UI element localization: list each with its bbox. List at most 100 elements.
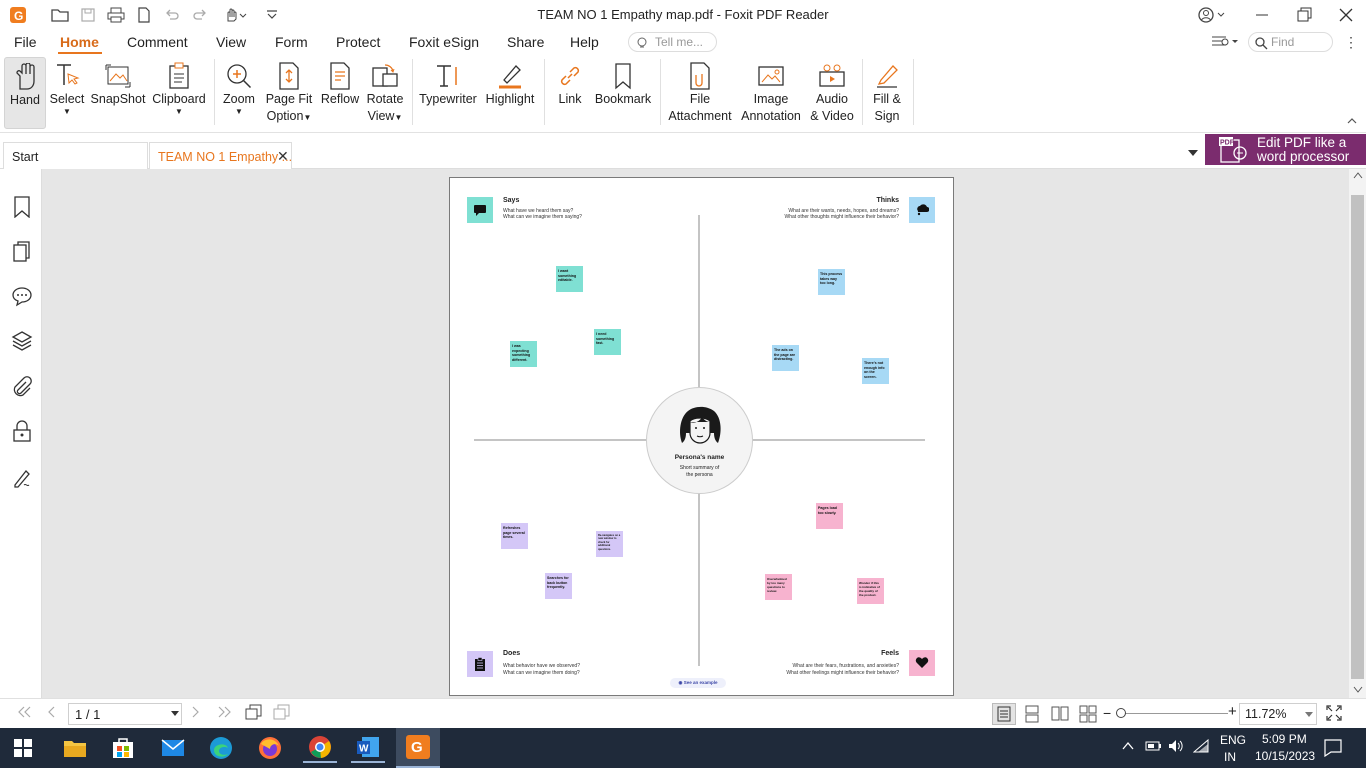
collapse-ribbon-icon[interactable] xyxy=(1346,115,1358,125)
zoom-slider[interactable] xyxy=(1118,713,1228,714)
bookmark-panel-icon[interactable] xyxy=(11,196,33,218)
clipboard-button[interactable]: Clipboard ▼ xyxy=(150,57,208,129)
tab-list-dropdown-icon[interactable] xyxy=(1188,149,1198,157)
page-thumbnails-icon[interactable] xyxy=(11,241,33,263)
clock-time[interactable]: 5:09 PM xyxy=(1262,732,1307,746)
bookmark-button[interactable]: Bookmark xyxy=(593,57,653,129)
typewriter-button[interactable]: Typewriter xyxy=(418,57,478,129)
audio-video-button[interactable]: Audio & Video xyxy=(808,57,856,129)
close-tab-icon[interactable]: ✕ xyxy=(277,148,289,165)
account-icon[interactable] xyxy=(1195,5,1229,25)
chevron-down-icon[interactable] xyxy=(1305,712,1313,718)
region-indicator[interactable]: IN xyxy=(1224,750,1236,764)
sticky-note[interactable]: Pages load too slowly. xyxy=(816,503,843,529)
close-window-icon[interactable] xyxy=(1336,5,1356,25)
layers-panel-icon[interactable] xyxy=(11,330,33,352)
link-button[interactable]: Link xyxy=(550,57,590,129)
first-page-icon[interactable] xyxy=(16,705,32,719)
notifications-icon[interactable] xyxy=(1324,739,1342,757)
word-icon[interactable]: W xyxy=(351,733,385,763)
scroll-down-icon[interactable] xyxy=(1353,686,1363,694)
page-number-input[interactable]: 1 / 1 xyxy=(68,703,182,725)
ribbon-display-options-icon[interactable] xyxy=(1210,34,1240,50)
menu-view[interactable]: View xyxy=(216,34,246,50)
fill-sign-button[interactable]: Fill & Sign xyxy=(866,57,908,129)
previous-page-icon[interactable] xyxy=(46,705,56,719)
minimize-icon[interactable] xyxy=(1252,5,1272,25)
sticky-note[interactable]: Re-navigates on a new window to check fo… xyxy=(596,531,623,557)
edit-pdf-promo-banner[interactable]: PDF Edit PDF like a word processor xyxy=(1205,134,1366,165)
sticky-note[interactable]: Searches for back button frequently. xyxy=(545,573,572,599)
menu-share[interactable]: Share xyxy=(507,34,544,50)
sticky-note[interactable]: I need something fast. xyxy=(594,329,621,355)
facing-view-icon[interactable] xyxy=(1050,704,1070,724)
microsoft-store-icon[interactable] xyxy=(106,733,140,763)
mail-icon[interactable] xyxy=(156,733,190,763)
next-view-icon[interactable] xyxy=(273,704,291,720)
windows-start-icon[interactable] xyxy=(6,733,40,763)
tab-document[interactable]: TEAM NO 1 Empathy ... ✕ xyxy=(149,142,292,169)
menu-help[interactable]: Help xyxy=(570,34,599,50)
image-annotation-button[interactable]: Image Annotation xyxy=(738,57,804,129)
zoom-level-input[interactable]: 11.72% xyxy=(1239,703,1317,725)
menu-foxit-esign[interactable]: Foxit eSign xyxy=(409,34,479,50)
continuous-facing-view-icon[interactable] xyxy=(1078,704,1098,724)
clock-date[interactable]: 10/15/2023 xyxy=(1255,749,1315,763)
tab-start[interactable]: Start xyxy=(3,142,148,169)
reflow-button[interactable]: Reflow xyxy=(318,57,362,129)
edge-browser-icon[interactable] xyxy=(204,733,238,763)
signature-panel-icon[interactable] xyxy=(11,467,33,489)
fullscreen-icon[interactable] xyxy=(1326,705,1342,721)
chrome-icon[interactable] xyxy=(303,733,337,763)
restore-icon[interactable] xyxy=(1294,5,1314,25)
more-options-icon[interactable]: ⋮ xyxy=(1344,34,1358,51)
sticky-note[interactable]: I want something editable. xyxy=(556,266,583,292)
vertical-scrollbar[interactable] xyxy=(1349,169,1366,698)
zoom-out-icon[interactable]: − xyxy=(1103,706,1111,720)
sticky-note[interactable]: I was expecting something different. xyxy=(510,341,537,367)
rotate-view-button[interactable]: Rotate View▼ xyxy=(362,57,408,129)
scrollbar-thumb[interactable] xyxy=(1351,195,1364,679)
menu-protect[interactable]: Protect xyxy=(336,34,380,50)
zoom-in-small-icon[interactable]: + xyxy=(1228,704,1237,719)
tell-me-search[interactable]: Tell me... xyxy=(628,32,717,52)
volume-icon[interactable] xyxy=(1168,739,1186,753)
sticky-note[interactable]: Overwhelmed by too many questions to rev… xyxy=(765,574,792,600)
hand-tool-button[interactable]: Hand xyxy=(4,57,46,129)
select-tool-button[interactable]: Select ▼ xyxy=(46,57,88,129)
firefox-icon[interactable] xyxy=(253,733,287,763)
comments-panel-icon[interactable] xyxy=(11,285,33,307)
sticky-note[interactable]: Wonder if this is indicative of the qual… xyxy=(857,578,884,604)
last-page-icon[interactable] xyxy=(217,705,233,719)
chevron-down-icon[interactable] xyxy=(171,711,179,717)
attachments-panel-icon[interactable] xyxy=(11,376,33,398)
next-page-icon[interactable] xyxy=(191,705,201,719)
language-indicator[interactable]: ENG xyxy=(1220,733,1246,747)
sticky-note[interactable]: This process takes way too long. xyxy=(818,269,845,295)
highlight-button[interactable]: Highlight xyxy=(480,57,540,129)
single-page-view-icon[interactable] xyxy=(992,703,1016,725)
file-attachment-button[interactable]: File Attachment xyxy=(666,57,734,129)
battery-icon[interactable] xyxy=(1145,740,1163,752)
foxit-reader-taskbar-icon[interactable]: G xyxy=(396,728,440,768)
sticky-note[interactable]: Refreshes page several times. xyxy=(501,523,528,549)
security-lock-icon[interactable] xyxy=(11,420,33,442)
scroll-up-icon[interactable] xyxy=(1353,171,1363,179)
file-explorer-icon[interactable] xyxy=(58,733,92,763)
sticky-note[interactable]: The ads on the page are distracting. xyxy=(772,345,799,371)
menu-comment[interactable]: Comment xyxy=(127,34,188,50)
zoom-slider-handle[interactable] xyxy=(1116,708,1126,718)
pdf-page[interactable]: Says What have we heard them say? What c… xyxy=(449,177,954,696)
menu-home[interactable]: Home xyxy=(60,34,99,50)
sticky-note[interactable]: There's not enough info on the screen. xyxy=(862,358,889,384)
page-fit-option-button[interactable]: Page Fit Option▼ xyxy=(262,57,316,129)
continuous-view-icon[interactable] xyxy=(1022,704,1042,724)
menu-file[interactable]: File xyxy=(14,34,37,50)
find-input[interactable]: Find xyxy=(1248,32,1333,52)
see-example-link[interactable]: ◉ See an example xyxy=(670,678,726,688)
menu-form[interactable]: Form xyxy=(275,34,308,50)
show-hidden-icons-icon[interactable] xyxy=(1122,741,1134,751)
wifi-icon[interactable] xyxy=(1193,739,1211,753)
previous-view-icon[interactable] xyxy=(245,704,263,720)
snapshot-button[interactable]: SnapShot xyxy=(90,57,146,129)
